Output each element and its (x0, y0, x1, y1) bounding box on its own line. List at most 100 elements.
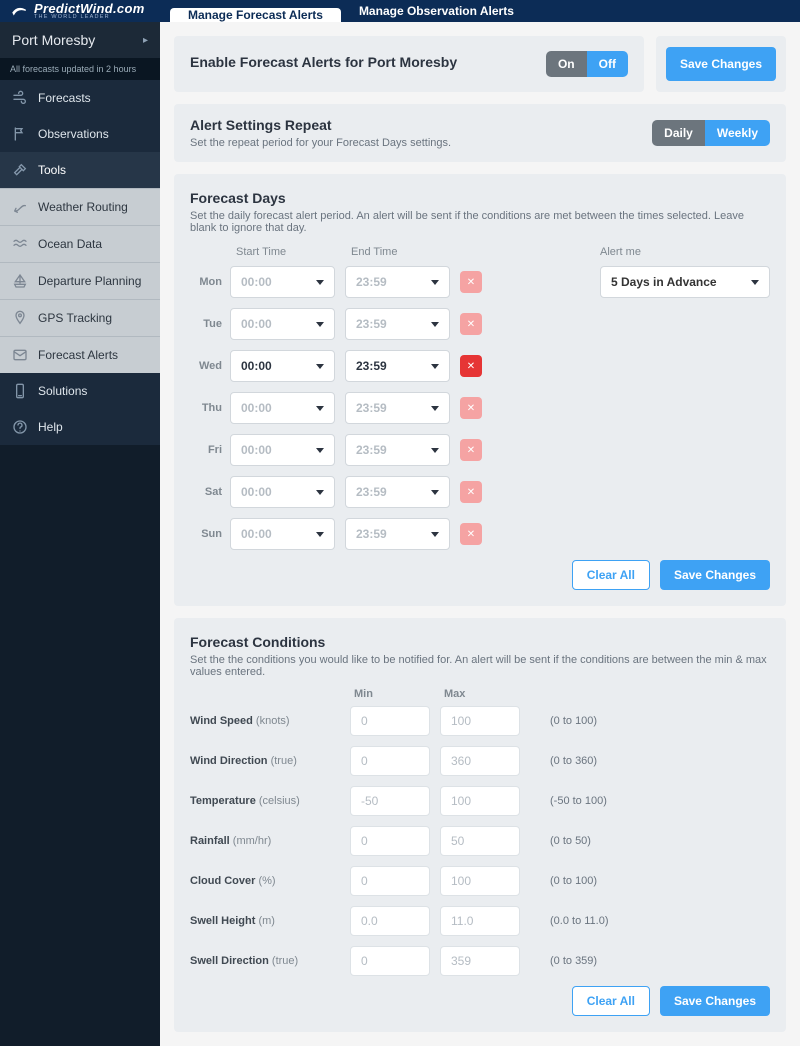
tab-0[interactable]: Manage Forecast Alerts (170, 8, 341, 22)
start-time-select[interactable]: 00:00 (230, 476, 335, 508)
sidebar-item-label: Solutions (38, 384, 87, 398)
caret-down-icon (431, 448, 439, 453)
location-selector[interactable]: Port Moresby ▸ (0, 22, 160, 58)
save-changes-button[interactable]: Save Changes (666, 47, 776, 81)
start-time-select[interactable]: 00:00 (230, 434, 335, 466)
caret-down-icon (431, 364, 439, 369)
sidebar-item-tools[interactable]: Tools (0, 152, 160, 188)
forecast-conditions-panel: Forecast Conditions Set the the conditio… (174, 618, 786, 1032)
end-time-select[interactable]: 23:59 (345, 518, 450, 550)
condition-label: Rainfall (mm/hr) (190, 835, 350, 847)
condition-min-input[interactable] (350, 946, 430, 976)
clear-day-button[interactable]: ✕ (460, 397, 482, 419)
condition-min-input[interactable] (350, 866, 430, 896)
sidebar-item-label: Departure Planning (38, 274, 141, 288)
condition-max-input[interactable] (440, 706, 520, 736)
sidebar-item-observations[interactable]: Observations (0, 116, 160, 152)
condition-max-input[interactable] (440, 866, 520, 896)
sidebar-item-label: Forecasts (38, 91, 91, 105)
end-time-select[interactable]: 23:59 (345, 476, 450, 508)
brand-logo[interactable]: PredictWind.com THE WORLD LEADER (10, 2, 150, 21)
days-title: Forecast Days (190, 190, 770, 206)
end-time-select[interactable]: 23:59 (345, 350, 450, 382)
condition-min-input[interactable] (350, 786, 430, 816)
condition-range: (0 to 100) (550, 715, 597, 727)
days-clear-all-button[interactable]: Clear All (572, 560, 650, 590)
repeat-daily-button[interactable]: Daily (652, 120, 705, 146)
sidebar-item-solutions[interactable]: Solutions (0, 373, 160, 409)
condition-min-input[interactable] (350, 906, 430, 936)
sidebar-item-ocean-data[interactable]: Ocean Data (0, 225, 160, 262)
repeat-panel: Alert Settings Repeat Set the repeat per… (174, 104, 786, 162)
condition-min-input[interactable] (350, 826, 430, 856)
max-header: Max (440, 688, 530, 700)
condition-max-input[interactable] (440, 826, 520, 856)
hammer-icon (12, 162, 28, 178)
condition-max-input[interactable] (440, 746, 520, 776)
clear-day-button[interactable]: ✕ (460, 355, 482, 377)
clear-day-button[interactable]: ✕ (460, 481, 482, 503)
day-label: Sun (190, 528, 230, 540)
condition-range: (-50 to 100) (550, 795, 607, 807)
sidebar-item-gps-tracking[interactable]: GPS Tracking (0, 299, 160, 336)
sidebar-item-forecasts[interactable]: Forecasts (0, 80, 160, 116)
day-label: Mon (190, 276, 230, 288)
day-row-mon: Mon 00:00 23:59 ✕ 5 Days in Advance (190, 266, 770, 298)
caret-down-icon (751, 280, 759, 285)
sidebar: Port Moresby ▸ All forecasts updated in … (0, 22, 160, 1046)
day-row-thu: Thu 00:00 23:59 ✕ (190, 392, 770, 424)
caret-down-icon (316, 448, 324, 453)
condition-label: Wind Direction (true) (190, 755, 350, 767)
clear-day-button[interactable]: ✕ (460, 439, 482, 461)
end-time-select[interactable]: 23:59 (345, 266, 450, 298)
close-icon: ✕ (467, 403, 475, 414)
condition-max-input[interactable] (440, 946, 520, 976)
start-time-select[interactable]: 00:00 (230, 350, 335, 382)
location-name: Port Moresby (12, 32, 95, 48)
clear-day-button[interactable]: ✕ (460, 271, 482, 293)
day-label: Wed (190, 360, 230, 372)
start-time-select[interactable]: 00:00 (230, 518, 335, 550)
conditions-save-button[interactable]: Save Changes (660, 986, 770, 1016)
days-sub: Set the daily forecast alert period. An … (190, 210, 770, 234)
boat-icon (12, 273, 28, 289)
condition-label: Swell Direction (true) (190, 955, 350, 967)
start-time-select[interactable]: 00:00 (230, 392, 335, 424)
wind-icon (12, 90, 28, 106)
day-row-wed: Wed 00:00 23:59 ✕ (190, 350, 770, 382)
end-time-select[interactable]: 23:59 (345, 434, 450, 466)
days-save-button[interactable]: Save Changes (660, 560, 770, 590)
end-time-select[interactable]: 23:59 (345, 392, 450, 424)
clear-day-button[interactable]: ✕ (460, 313, 482, 335)
end-time-select[interactable]: 23:59 (345, 308, 450, 340)
condition-max-input[interactable] (440, 786, 520, 816)
start-time-select[interactable]: 00:00 (230, 266, 335, 298)
condition-label: Temperature (celsius) (190, 795, 350, 807)
enable-on-button[interactable]: On (546, 51, 587, 77)
topbar: PredictWind.com THE WORLD LEADER Manage … (0, 0, 800, 22)
enable-off-button[interactable]: Off (587, 51, 628, 77)
condition-min-input[interactable] (350, 746, 430, 776)
waves-icon (12, 236, 28, 252)
tab-1[interactable]: Manage Observation Alerts (341, 0, 532, 22)
clear-day-button[interactable]: ✕ (460, 523, 482, 545)
conditions-clear-all-button[interactable]: Clear All (572, 986, 650, 1016)
conditions-sub: Set the the conditions you would like to… (190, 654, 770, 678)
condition-max-input[interactable] (440, 906, 520, 936)
save-panel: Save Changes (656, 36, 786, 92)
flag-icon (12, 126, 28, 142)
close-icon: ✕ (467, 361, 475, 372)
alert-advance-select[interactable]: 5 Days in Advance (600, 266, 770, 298)
day-label: Tue (190, 318, 230, 330)
sidebar-item-forecast-alerts[interactable]: Forecast Alerts (0, 336, 160, 373)
sidebar-item-departure-planning[interactable]: Departure Planning (0, 262, 160, 299)
start-time-select[interactable]: 00:00 (230, 308, 335, 340)
caret-down-icon (431, 280, 439, 285)
forecast-update-status: All forecasts updated in 2 hours (0, 58, 160, 80)
sidebar-item-help[interactable]: Help (0, 409, 160, 445)
min-header: Min (350, 688, 440, 700)
repeat-weekly-button[interactable]: Weekly (705, 120, 770, 146)
condition-range: (0.0 to 11.0) (550, 915, 609, 927)
sidebar-item-weather-routing[interactable]: Weather Routing (0, 188, 160, 225)
condition-min-input[interactable] (350, 706, 430, 736)
